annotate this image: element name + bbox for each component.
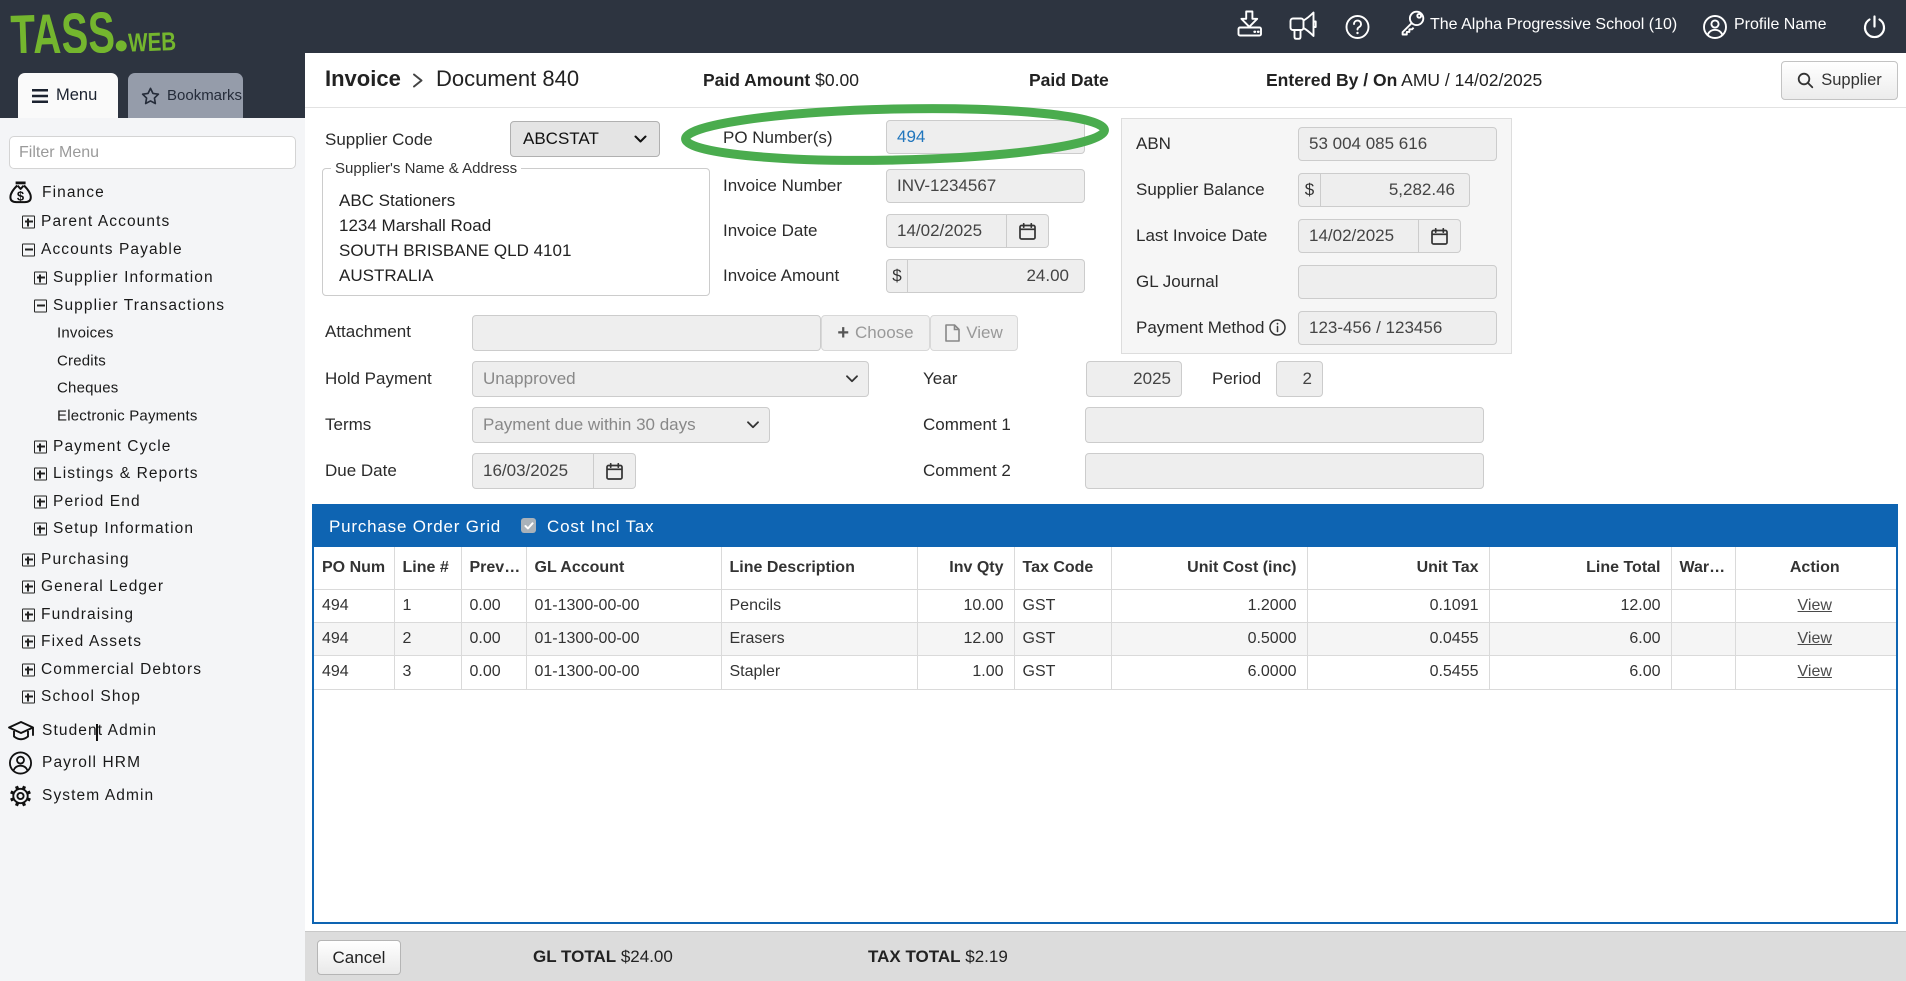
svg-text:TASS: TASS bbox=[10, 0, 116, 58]
svg-text:$: $ bbox=[17, 188, 25, 203]
